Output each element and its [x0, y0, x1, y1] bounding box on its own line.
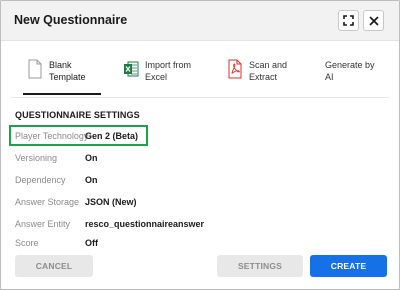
excel-icon [124, 61, 139, 77]
setting-label: Dependency [15, 175, 66, 185]
cancel-button[interactable]: CANCEL [15, 255, 93, 277]
setting-value: resco_questionnaireanswer [85, 219, 205, 229]
section-title: QUESTIONNAIRE SETTINGS [15, 110, 140, 120]
close-icon [369, 16, 378, 25]
settings-button[interactable]: SETTINGS [217, 255, 303, 277]
setting-value: JSON (New) [85, 197, 137, 207]
blank-document-icon [28, 59, 42, 79]
tab-label: Scan and Extract [249, 60, 288, 82]
setting-label: Answer Entity [15, 219, 71, 229]
setting-value: On [85, 175, 98, 185]
setting-value: On [85, 153, 98, 163]
tab-label: Blank Template [49, 60, 86, 82]
setting-label: Answer Storage [15, 197, 80, 207]
tab-generate-by-ai[interactable]: Generate by AI [325, 53, 389, 97]
new-questionnaire-dialog: New Questionnaire Blank Template Import … [0, 0, 400, 290]
dialog-title: New Questionnaire [14, 13, 128, 27]
setting-label: Score [15, 238, 39, 248]
pdf-icon [228, 59, 242, 79]
setting-value: Gen 2 (Beta) [85, 131, 139, 141]
create-button[interactable]: CREATE [310, 255, 387, 277]
setting-value: Off [85, 238, 98, 248]
tab-blank-template[interactable]: Blank Template [27, 53, 97, 97]
selected-tab-indicator [23, 93, 101, 95]
dialog-header: New Questionnaire [1, 1, 399, 41]
tab-scan-and-extract[interactable]: Scan and Extract [227, 53, 307, 97]
close-button[interactable] [363, 10, 384, 31]
setting-label: Player Technology [15, 131, 89, 141]
tab-label: Generate by AI [325, 60, 375, 82]
tab-label: Import from Excel [145, 60, 192, 82]
expand-icon [343, 15, 354, 26]
setting-label: Versioning [15, 153, 58, 163]
tab-import-from-excel[interactable]: Import from Excel [123, 53, 203, 97]
tabs-divider [11, 97, 389, 98]
expand-button[interactable] [338, 10, 359, 31]
template-tabs: Blank Template Import from Excel Scan an… [11, 53, 389, 97]
